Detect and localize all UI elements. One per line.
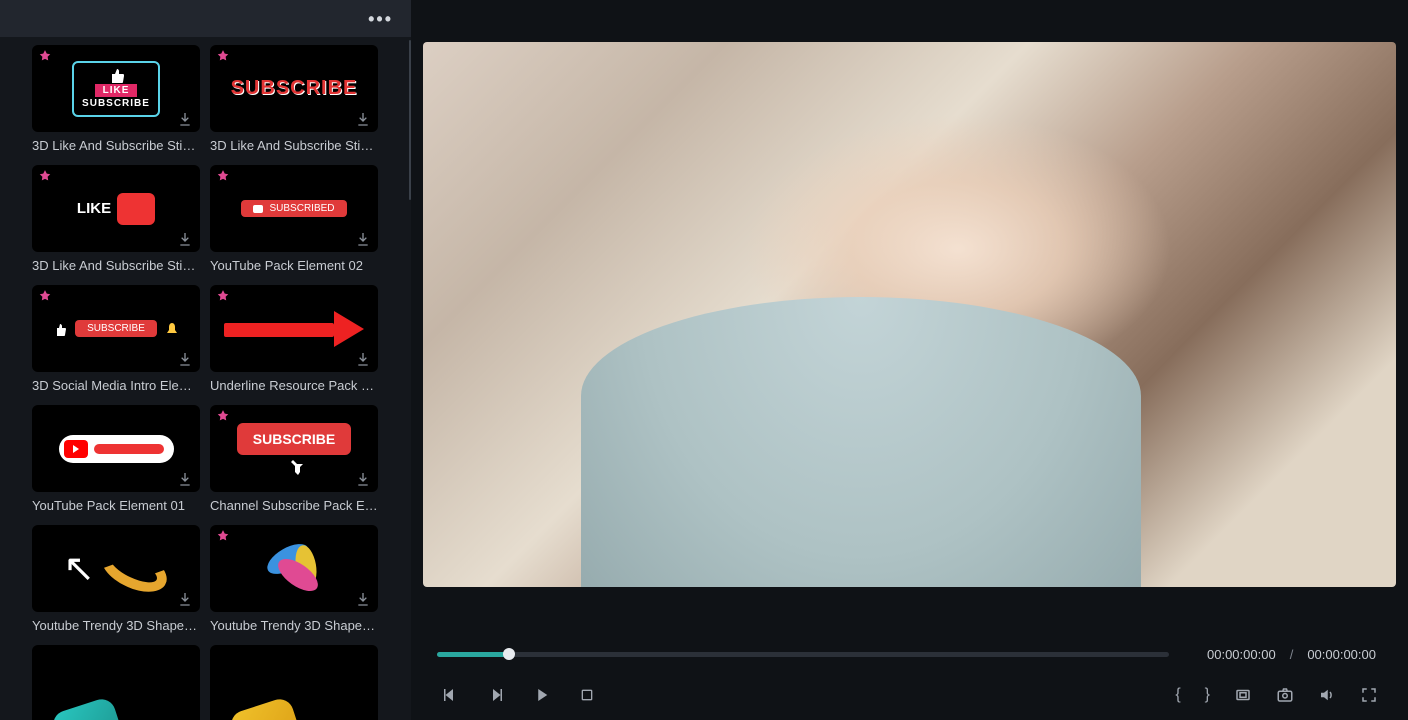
progress-handle[interactable] bbox=[503, 648, 515, 660]
asset-grid: LIKE SUBSCRIBE 3D Like And Subscribe Sti… bbox=[0, 37, 411, 720]
premium-icon bbox=[38, 49, 52, 63]
asset-label: YouTube Pack Element 01 bbox=[32, 498, 200, 519]
thumb-graphic bbox=[224, 317, 364, 341]
asset-thumbnail[interactable] bbox=[210, 285, 378, 372]
asset-thumbnail[interactable] bbox=[32, 645, 200, 720]
asset-thumbnail[interactable]: SUBSCRIBE bbox=[210, 45, 378, 132]
mark-out-button[interactable]: } bbox=[1205, 686, 1210, 704]
download-button[interactable] bbox=[354, 350, 372, 368]
playback-timeline-row: 00:00:00:00 / 00:00:00:00 bbox=[423, 628, 1396, 680]
asset-thumbnail[interactable]: LIKE bbox=[32, 165, 200, 252]
asset-thumbnail[interactable]: ↖ bbox=[32, 525, 200, 612]
thumb-graphic: LIKE SUBSCRIBE bbox=[72, 61, 160, 117]
download-button[interactable] bbox=[176, 230, 194, 248]
premium-icon bbox=[216, 169, 230, 183]
progress-fill bbox=[437, 652, 509, 657]
asset-thumbnail[interactable]: SUBSCRIBE bbox=[32, 285, 200, 372]
download-button[interactable] bbox=[354, 110, 372, 128]
premium-icon bbox=[216, 409, 230, 423]
download-button[interactable] bbox=[354, 590, 372, 608]
asset-card[interactable]: SUBSCRIBED YouTube Pack Element 02 bbox=[210, 165, 378, 279]
asset-label: Youtube Trendy 3D Shapes P... bbox=[32, 618, 200, 639]
time-total: 00:00:00:00 bbox=[1301, 647, 1382, 662]
play-button[interactable] bbox=[533, 686, 551, 704]
mark-in-button[interactable]: { bbox=[1175, 686, 1180, 704]
asset-thumbnail[interactable]: SUBSCRIBE bbox=[210, 405, 378, 492]
prev-frame-button[interactable] bbox=[441, 686, 459, 704]
download-button[interactable] bbox=[176, 350, 194, 368]
asset-label: Channel Subscribe Pack Ele... bbox=[210, 498, 378, 519]
sidebar-scrollbar[interactable] bbox=[409, 40, 411, 200]
asset-label: Youtube Trendy 3D Shapes P... bbox=[210, 618, 378, 639]
progress-slider[interactable] bbox=[437, 652, 1169, 657]
premium-icon bbox=[38, 169, 52, 183]
asset-card[interactable]: YouTube Pack Element 01 bbox=[32, 405, 200, 519]
crop-button[interactable] bbox=[1234, 686, 1252, 704]
thumb-graphic bbox=[228, 696, 309, 720]
asset-thumbnail[interactable] bbox=[210, 645, 378, 720]
transport-controls: { } bbox=[423, 680, 1396, 720]
premium-icon bbox=[216, 529, 230, 543]
asset-thumbnail[interactable]: SUBSCRIBED bbox=[210, 165, 378, 252]
asset-label: 3D Like And Subscribe Stick... bbox=[210, 138, 378, 159]
asset-label: YouTube Pack Element 02 bbox=[210, 258, 378, 279]
preview-panel: 00:00:00:00 / 00:00:00:00 { } bbox=[411, 0, 1408, 720]
volume-button[interactable] bbox=[1318, 686, 1336, 704]
thumb-graphic: SUBSCRIBE bbox=[53, 320, 179, 337]
more-menu-button[interactable]: ••• bbox=[368, 10, 393, 28]
download-button[interactable] bbox=[354, 230, 372, 248]
asset-card[interactable]: SUBSCRIBE 3D Social Media Intro Elem... bbox=[32, 285, 200, 399]
asset-thumbnail[interactable] bbox=[210, 525, 378, 612]
thumb-graphic bbox=[265, 540, 323, 598]
asset-card[interactable]: Youtube Trendy 3D Shapes P... bbox=[210, 525, 378, 639]
asset-sidebar: ••• LIKE SUBSCRIBE 3D Like And Subscribe… bbox=[0, 0, 411, 720]
fullscreen-button[interactable] bbox=[1360, 686, 1378, 704]
asset-card[interactable]: SUBSCRIBE Channel Subscribe Pack Ele... bbox=[210, 405, 378, 519]
next-frame-button[interactable] bbox=[487, 686, 505, 704]
download-button[interactable] bbox=[354, 470, 372, 488]
asset-thumbnail[interactable]: LIKE SUBSCRIBE bbox=[32, 45, 200, 132]
stop-button[interactable] bbox=[579, 687, 595, 703]
asset-card[interactable]: LIKE 3D Like And Subscribe Stick... bbox=[32, 165, 200, 279]
premium-icon bbox=[38, 289, 52, 303]
thumb-graphic: SUBSCRIBE bbox=[237, 423, 351, 475]
asset-label: 3D Like And Subscribe Stick... bbox=[32, 258, 200, 279]
thumb-graphic: SUBSCRIBE bbox=[231, 77, 358, 100]
video-preview-area bbox=[423, 42, 1396, 628]
asset-label: 3D Like And Subscribe Stick... bbox=[32, 138, 200, 159]
premium-icon bbox=[216, 49, 230, 63]
download-button[interactable] bbox=[176, 590, 194, 608]
asset-card[interactable] bbox=[32, 645, 200, 720]
thumb-graphic: LIKE bbox=[77, 193, 155, 225]
snapshot-button[interactable] bbox=[1276, 686, 1294, 704]
thumb-graphic: SUBSCRIBED bbox=[241, 200, 346, 217]
sidebar-header: ••• bbox=[0, 0, 411, 37]
asset-card[interactable]: SUBSCRIBE 3D Like And Subscribe Stick... bbox=[210, 45, 378, 159]
download-button[interactable] bbox=[176, 110, 194, 128]
premium-icon bbox=[216, 289, 230, 303]
asset-label: Underline Resource Pack Ele... bbox=[210, 378, 378, 399]
video-frame[interactable] bbox=[423, 42, 1396, 587]
asset-card[interactable]: LIKE SUBSCRIBE 3D Like And Subscribe Sti… bbox=[32, 45, 200, 159]
asset-thumbnail[interactable] bbox=[32, 405, 200, 492]
asset-card[interactable]: ↖ Youtube Trendy 3D Shapes P... bbox=[32, 525, 200, 639]
time-separator: / bbox=[1282, 647, 1302, 662]
thumb-graphic bbox=[59, 435, 174, 463]
asset-card[interactable]: Underline Resource Pack Ele... bbox=[210, 285, 378, 399]
asset-card[interactable] bbox=[210, 645, 378, 720]
thumb-graphic bbox=[50, 696, 131, 720]
time-current: 00:00:00:00 bbox=[1201, 647, 1282, 662]
thumb-graphic: ↖ bbox=[63, 550, 169, 588]
download-button[interactable] bbox=[176, 470, 194, 488]
asset-label: 3D Social Media Intro Elem... bbox=[32, 378, 200, 399]
